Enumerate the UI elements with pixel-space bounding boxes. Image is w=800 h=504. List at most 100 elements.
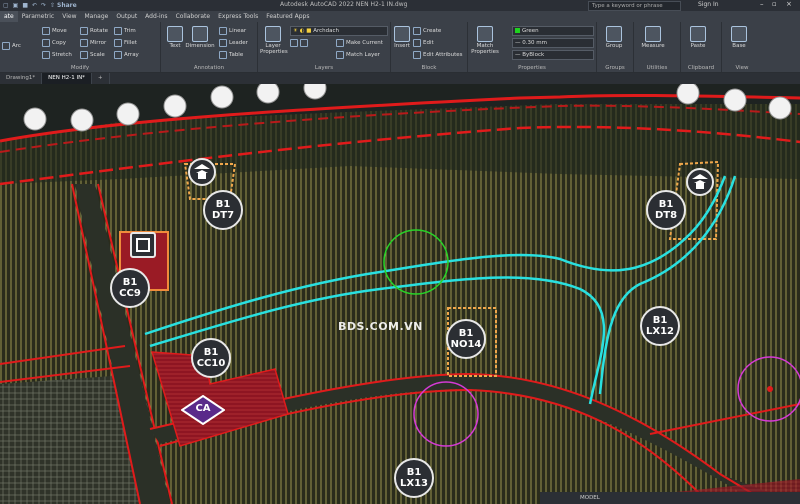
group-button[interactable]: Group (599, 26, 629, 49)
paste-label: Paste (690, 43, 706, 49)
arc-tool[interactable]: Arc (2, 42, 21, 50)
lineweight-dropdown[interactable]: — 0.30 mm (512, 38, 594, 48)
save-icon[interactable]: ■ (22, 2, 28, 9)
tab-manage[interactable]: Manage (80, 11, 112, 22)
plot-label-lx13[interactable]: B1 LX13 (394, 458, 434, 498)
table-tool[interactable]: Table (219, 51, 243, 59)
fillet-icon (114, 39, 122, 47)
fillet-label: Fillet (124, 40, 137, 46)
clipboard-panel-title: Clipboard (687, 65, 715, 71)
search-input[interactable]: Type a keyword or phrase (588, 1, 681, 11)
ca-marker[interactable]: CA (180, 394, 226, 426)
insert-label: Insert (394, 43, 410, 49)
text-icon (167, 26, 183, 42)
layer-properties-button[interactable]: Layer Properties (260, 26, 288, 55)
lx12-id: LX12 (646, 326, 674, 337)
leader-tool[interactable]: Leader (219, 39, 248, 47)
clipboard-panel: Paste Clipboard (681, 22, 722, 72)
dimension-label: Dimension (185, 43, 215, 49)
new-tab-icon[interactable]: + (92, 73, 110, 84)
lx13-id: LX13 (400, 478, 428, 489)
tab-add-ins[interactable]: Add-ins (141, 11, 171, 22)
match-layer-button[interactable]: Match Layer (336, 51, 380, 59)
pagoda-icon (188, 158, 216, 186)
plot-label-dt7[interactable]: B1 DT7 (203, 190, 243, 230)
new-icon[interactable]: ▢ (3, 2, 9, 9)
scale-tool[interactable]: Scale (80, 51, 105, 59)
base-label: Base (732, 43, 746, 49)
layer-dropdown[interactable]: ☀ ◐ ■ Archdach (290, 26, 388, 36)
mirror-tool[interactable]: Mirror (80, 39, 106, 47)
tab-featured-apps[interactable]: Featured Apps (262, 11, 313, 22)
share-label: Share (57, 2, 77, 9)
close-icon[interactable]: × (786, 0, 792, 8)
undo-icon[interactable]: ↶ (32, 2, 37, 9)
redo-icon[interactable]: ↷ (41, 2, 46, 9)
edit-attributes-button[interactable]: Edit Attributes (413, 51, 463, 59)
tab-collaborate[interactable]: Collaborate (172, 11, 215, 22)
title-bar: ▢ ▣ ■ ↶ ↷ ⇧ Share Autodesk AutoCAD 2022 … (0, 0, 800, 11)
plot-label-cc9[interactable]: B1 CC9 (110, 268, 150, 308)
create-block-button[interactable]: Create (413, 27, 441, 35)
tab-view[interactable]: View (58, 11, 80, 22)
dimension-button[interactable]: Dimension (185, 26, 215, 49)
minimize-icon[interactable]: – (760, 0, 764, 8)
plot-label-lx12[interactable]: B1 LX12 (640, 306, 680, 346)
share-button[interactable]: ⇧ Share (50, 2, 77, 9)
plot-label-cc10[interactable]: B1 CC10 (191, 338, 231, 378)
linear-icon (219, 27, 227, 35)
insert-button[interactable]: Insert (393, 26, 411, 49)
copy-tool[interactable]: Copy (42, 39, 66, 47)
make-current-button[interactable]: Make Current (336, 39, 383, 47)
plot-label-dt8[interactable]: B1 DT8 (646, 190, 686, 230)
tab-parametric[interactable]: Parametric (18, 11, 59, 22)
copy-label: Copy (52, 40, 66, 46)
rotate-tool[interactable]: Rotate (80, 27, 108, 35)
measure-button[interactable]: Measure (638, 26, 668, 49)
open-icon[interactable]: ▣ (13, 2, 19, 9)
layer-tool-icon-2 (300, 39, 308, 47)
window-title: Autodesk AutoCAD 2022 NEN H2-1 IN.dwg (280, 1, 408, 8)
drawing-canvas[interactable]: B1 DT7 B1 DT8 B1 CC9 B1 CC10 B1 NO14 B1 LX12 B… (0, 84, 800, 504)
stretch-label: Stretch (52, 52, 72, 58)
tab-express-tools[interactable]: Express Tools (214, 11, 262, 22)
dt7-code: B1 (215, 199, 231, 210)
paste-button[interactable]: Paste (685, 26, 711, 49)
plot-label-no14[interactable]: B1 NO14 (446, 319, 486, 359)
maximize-icon[interactable]: ▫ (772, 0, 777, 8)
text-button[interactable]: Text (165, 26, 185, 49)
no14-code: B1 (458, 328, 474, 339)
sign-in-button[interactable]: Sign In (698, 1, 719, 8)
dimension-icon (192, 26, 208, 42)
linetype-dropdown[interactable]: — ByBlock (512, 50, 594, 60)
tab-drawing1[interactable]: Drawing1* (0, 73, 43, 84)
base-button[interactable]: Base (726, 26, 752, 49)
color-dropdown-value: Green (522, 28, 539, 34)
cc10-code: B1 (203, 347, 219, 358)
model-space-button[interactable]: MODEL (540, 495, 600, 501)
match-layer-icon (336, 51, 344, 59)
properties-panel-title: Properties (518, 65, 546, 71)
color-dropdown[interactable]: Green (512, 26, 594, 36)
array-tool[interactable]: Array (114, 51, 139, 59)
layers-panel-title: Layers (314, 65, 334, 71)
tab-output[interactable]: Output (112, 11, 141, 22)
move-label: Move (52, 28, 67, 34)
layer-properties-icon (265, 26, 281, 42)
tab-home[interactable]: ate (0, 11, 18, 22)
stretch-tool[interactable]: Stretch (42, 51, 72, 59)
trim-tool[interactable]: Trim (114, 27, 136, 35)
move-icon (42, 27, 50, 35)
linear-tool[interactable]: Linear (219, 27, 246, 35)
layer-tool-icon (290, 39, 298, 47)
layer-tools-row[interactable] (290, 39, 308, 47)
fillet-tool[interactable]: Fillet (114, 39, 137, 47)
match-properties-button[interactable]: Match Properties (470, 26, 500, 55)
edit-block-button[interactable]: Edit (413, 39, 434, 47)
match-properties-label: Match Properties (471, 43, 499, 55)
move-tool[interactable]: Move (42, 27, 67, 35)
layers-panel: Layer Properties ☀ ◐ ■ Archdach Make Cur… (258, 22, 391, 72)
group-label: Group (605, 43, 623, 49)
tab-nen-h2[interactable]: NEN H2-1 IN* (42, 73, 92, 84)
stretch-icon (42, 51, 50, 59)
